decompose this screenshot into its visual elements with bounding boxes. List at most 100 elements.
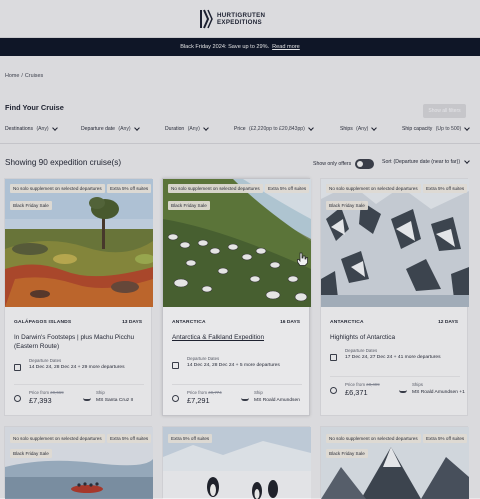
- cruise-card[interactable]: Extra 5% off suites: [162, 426, 311, 499]
- ship-label: Ship: [254, 390, 263, 395]
- chevron-down-icon: [203, 125, 209, 131]
- suite-discount-badge: Extra 5% off suites: [168, 434, 213, 443]
- cruise-card[interactable]: No solo supplement on selected departure…: [320, 426, 469, 499]
- promo-text: Black Friday 2024: Save up to 29%.: [180, 44, 270, 50]
- cruise-card[interactable]: No solo supplement on selected departure…: [4, 426, 153, 499]
- price-value: £7,393: [29, 396, 52, 405]
- results-count: Showing 90 expedition cruise(s): [5, 158, 122, 167]
- price-label: Price from £8,499: [345, 382, 380, 387]
- filter-departure-date[interactable]: Departure date (Any): [81, 125, 140, 132]
- sale-badge: Black Friday Sale: [10, 201, 52, 210]
- divider: [0, 143, 480, 144]
- hand-cursor-icon: [297, 252, 308, 266]
- filter-value: (Up to 500): [435, 126, 462, 132]
- filter-value: (Any): [118, 126, 131, 132]
- card-title[interactable]: In Darwin's Footsteps | plus Machu Picch…: [14, 333, 146, 351]
- filter-duration[interactable]: Duration (Any): [165, 125, 209, 132]
- ship-icon: [241, 395, 249, 401]
- offers-label: Show only offers: [313, 161, 352, 167]
- departure-dates: Departure Dates 14 Dec 24, 28 Dec 24 + 2…: [14, 358, 149, 380]
- breadcrumb-home[interactable]: Home: [5, 73, 19, 79]
- ship-block: Ships MS Roald Amundsen +1: [399, 382, 465, 404]
- sort-label: Sort: [382, 159, 392, 165]
- breadcrumb-sep: /: [21, 73, 23, 79]
- price-label: Price from £9,774: [187, 390, 222, 395]
- sale-badge: Black Friday Sale: [10, 449, 52, 458]
- suite-discount-badge: Extra 5% off suites: [265, 184, 310, 193]
- tag-icon: [330, 387, 337, 394]
- solo-supplement-badge: No solo supplement on selected departure…: [168, 184, 263, 193]
- price-block: Price from £9,669 £7,393: [14, 390, 76, 412]
- departure-dates: Departure Dates 17 Dec 24, 27 Dec 24 + 4…: [330, 348, 465, 370]
- departure-label: Departure Dates: [187, 356, 220, 361]
- breadcrumb-current[interactable]: Cruises: [25, 73, 43, 79]
- cruise-image: [321, 179, 469, 307]
- filter-price[interactable]: Price (£2,220pp to £20,843pp): [234, 125, 314, 132]
- price-from-text: Price from: [187, 390, 208, 395]
- price-old: £8,499: [366, 382, 380, 387]
- ship-label: Ship: [96, 390, 105, 395]
- offers-toggle-group: Show only offers: [313, 159, 375, 169]
- card-duration: 16 DAYS: [280, 320, 300, 325]
- price-from-text: Price from: [345, 382, 366, 387]
- departure-value: 14 Dec 24, 28 Dec 24 + 5 more departures: [187, 363, 280, 368]
- divider: [330, 376, 460, 377]
- price-from-text: Price from: [29, 390, 50, 395]
- calendar-icon: [330, 354, 337, 361]
- chevron-down-icon: [464, 125, 471, 131]
- cruise-card[interactable]: No solo supplement on selected departure…: [162, 178, 311, 416]
- filter-ships[interactable]: Ships (Any): [340, 125, 378, 132]
- price-block: Price from £9,774 £7,291: [172, 390, 234, 412]
- departure-value: 14 Dec 24, 28 Dec 24 + 29 more departure…: [29, 365, 125, 370]
- solo-supplement-badge: No solo supplement on selected departure…: [326, 184, 421, 193]
- chevron-down-icon: [307, 125, 314, 131]
- ship-value: MS Santa Cruz II: [96, 398, 134, 403]
- price-value: £7,291: [187, 396, 210, 405]
- sort-value: (Departure date (near to far)): [393, 159, 461, 165]
- solo-supplement-badge: No solo supplement on selected departure…: [10, 434, 105, 443]
- card-region: ANTARCTICA: [172, 320, 206, 325]
- brand-logo[interactable]: HURTIGRUTEN EXPEDITIONS: [199, 6, 289, 32]
- cruise-image: [163, 179, 311, 307]
- calendar-icon: [172, 362, 179, 369]
- logo-mark-icon: [200, 9, 213, 29]
- suite-discount-badge: Extra 5% off suites: [107, 434, 152, 443]
- tag-icon: [14, 395, 21, 402]
- filter-value: (Any): [356, 126, 369, 132]
- filter-label: Duration: [165, 126, 185, 132]
- suite-discount-badge: Extra 5% off suites: [423, 434, 468, 443]
- card-title[interactable]: Antarctica & Falkland Expedition: [172, 333, 304, 342]
- price-label: Price from £9,669: [29, 390, 64, 395]
- filter-label: Destinations: [5, 126, 34, 132]
- ship-block: Ship MS Roald Amundsen: [241, 390, 307, 412]
- sale-badge: Black Friday Sale: [326, 449, 368, 458]
- divider: [14, 384, 144, 385]
- price-old: £9,774: [208, 390, 222, 395]
- card-region: ANTARCTICA: [330, 320, 364, 325]
- show-all-filters-button[interactable]: Show all filters: [423, 104, 466, 118]
- filter-ship-capacity[interactable]: Ship capacity (Up to 500): [402, 125, 471, 132]
- card-region: GALÁPAGOS ISLANDS: [14, 320, 72, 325]
- tag-icon: [172, 395, 179, 402]
- ship-value: MS Roald Amundsen +1: [412, 390, 465, 395]
- breadcrumb: Home / Cruises: [5, 73, 43, 79]
- filter-value: (Any): [36, 126, 49, 132]
- card-duration: 12 DAYS: [438, 320, 458, 325]
- sort-dropdown[interactable]: Sort (Departure date (near to far)): [382, 158, 470, 165]
- solo-supplement-badge: No solo supplement on selected departure…: [326, 434, 421, 443]
- chevron-down-icon: [464, 158, 470, 164]
- departure-value: 17 Dec 24, 27 Dec 24 + 41 more departure…: [345, 355, 441, 360]
- offers-toggle[interactable]: [355, 159, 375, 169]
- solo-supplement-badge: No solo supplement on selected departure…: [10, 184, 105, 193]
- filter-destinations[interactable]: Destinations (Any): [5, 125, 58, 132]
- ship-value: MS Roald Amundsen: [254, 398, 300, 403]
- cruise-card[interactable]: No solo supplement on selected departure…: [320, 178, 469, 416]
- filter-label: Ship capacity: [402, 126, 433, 132]
- calendar-icon: [14, 364, 21, 371]
- cruise-card[interactable]: No solo supplement on selected departure…: [4, 178, 153, 416]
- card-title[interactable]: Highlights of Antarctica: [330, 333, 462, 342]
- brand-line1: HURTIGRUTEN: [217, 12, 266, 19]
- ship-block: Ship MS Santa Cruz II: [83, 390, 149, 412]
- suite-discount-badge: Extra 5% off suites: [423, 184, 468, 193]
- promo-read-more-link[interactable]: Read more: [272, 44, 300, 50]
